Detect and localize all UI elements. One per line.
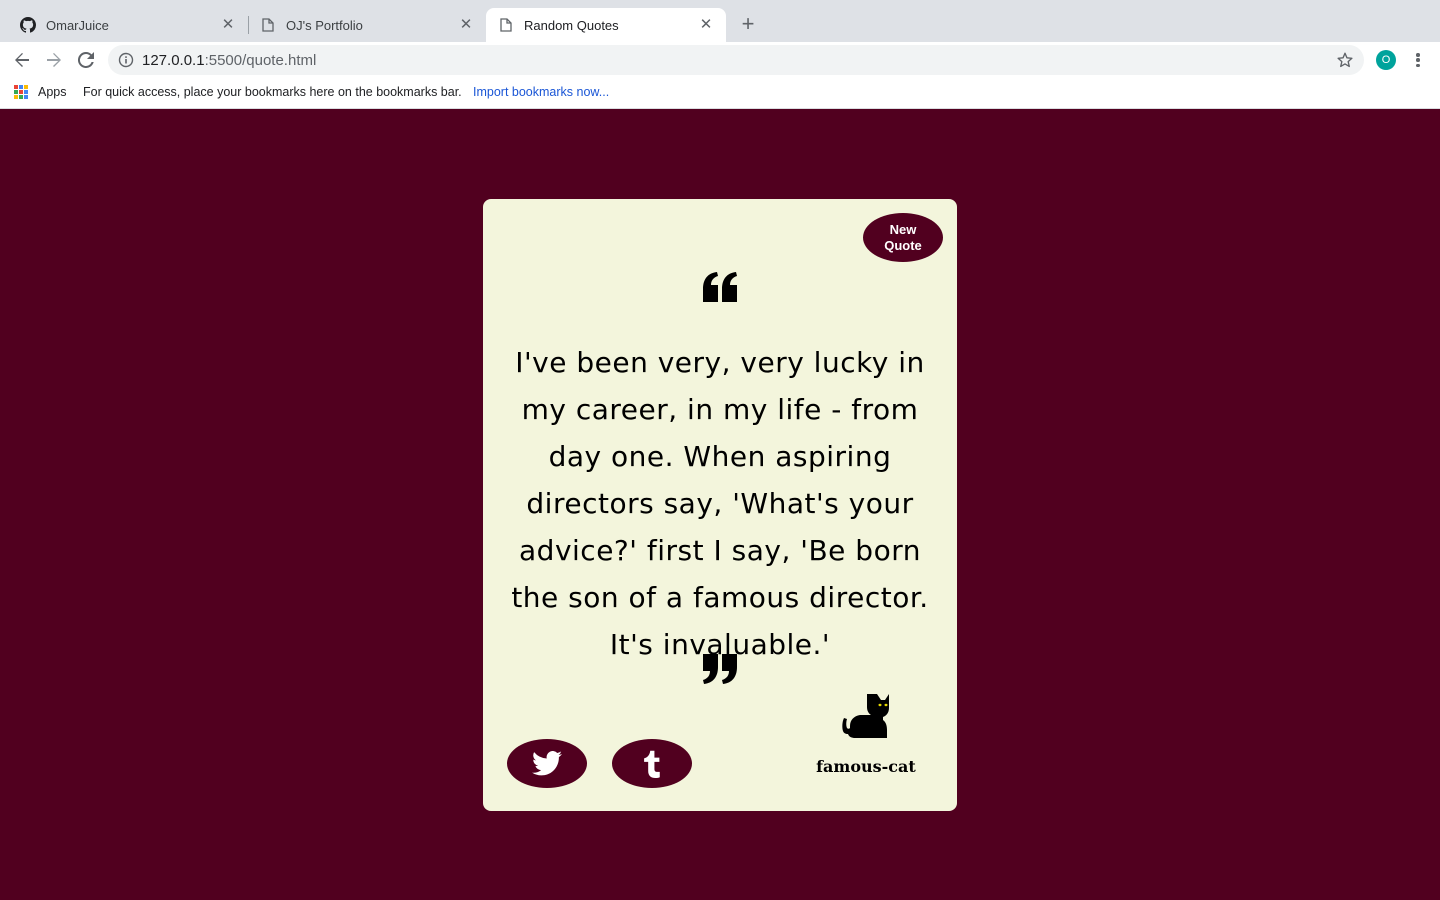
- quote-card: New Quote I've been very, very lucky in …: [483, 199, 957, 811]
- tumblr-button[interactable]: [612, 739, 692, 788]
- quote-left-icon: [703, 272, 737, 302]
- tab-portfolio[interactable]: OJ's Portfolio ✕: [248, 8, 486, 42]
- info-icon[interactable]: [118, 52, 134, 68]
- address-bar[interactable]: 127.0.0.1:5500/quote.html: [108, 45, 1364, 75]
- tweet-button[interactable]: [507, 739, 587, 788]
- tab-title: OJ's Portfolio: [286, 17, 363, 33]
- tab-title: OmarJuice: [46, 17, 109, 33]
- tab-strip: OmarJuice ✕ OJ's Portfolio ✕ Random Quot…: [0, 0, 1440, 42]
- new-quote-button[interactable]: New Quote: [863, 213, 943, 262]
- twitter-icon: [532, 751, 562, 776]
- url-text[interactable]: 127.0.0.1:5500/quote.html: [142, 52, 316, 69]
- bookmarks-message: For quick access, place your bookmarks h…: [83, 85, 462, 99]
- bookmarks-bar: Apps For quick access, place your bookma…: [0, 78, 1440, 109]
- arrow-right-icon: [47, 53, 61, 67]
- forward-button[interactable]: [42, 48, 66, 72]
- close-icon[interactable]: ✕: [458, 17, 474, 33]
- quote-text: I've been very, very lucky in my career,…: [511, 346, 929, 661]
- page-icon: [498, 17, 514, 33]
- more-menu-icon[interactable]: [1410, 50, 1426, 70]
- apps-shortcut[interactable]: Apps: [14, 85, 67, 99]
- url-host: 127.0.0.1: [142, 52, 205, 69]
- browser-toolbar: 127.0.0.1:5500/quote.html O: [0, 42, 1440, 78]
- apps-label: Apps: [38, 85, 67, 99]
- tab-random-quotes[interactable]: Random Quotes ✕: [486, 8, 726, 42]
- import-bookmarks-link[interactable]: Import bookmarks now...: [473, 85, 609, 99]
- close-icon[interactable]: ✕: [220, 17, 236, 33]
- star-icon[interactable]: [1336, 51, 1354, 69]
- github-icon: [20, 17, 36, 33]
- tab-omarjuice[interactable]: OmarJuice ✕: [8, 8, 248, 42]
- quote-right-icon: [703, 654, 737, 684]
- apps-grid-icon: [14, 85, 28, 99]
- back-button[interactable]: [10, 48, 34, 72]
- tab-title: Random Quotes: [524, 17, 619, 33]
- arrow-left-icon: [15, 53, 29, 67]
- page-icon: [260, 17, 276, 33]
- profile-avatar[interactable]: O: [1376, 50, 1396, 70]
- reload-icon: [78, 52, 94, 68]
- quote-author: famous-cat: [816, 757, 916, 776]
- tumblr-icon: [644, 750, 660, 778]
- cat-icon: [842, 694, 889, 738]
- url-path: :5500/quote.html: [204, 52, 317, 69]
- new-tab-button[interactable]: +: [736, 13, 760, 37]
- close-icon[interactable]: ✕: [698, 17, 714, 33]
- reload-button[interactable]: [74, 48, 98, 72]
